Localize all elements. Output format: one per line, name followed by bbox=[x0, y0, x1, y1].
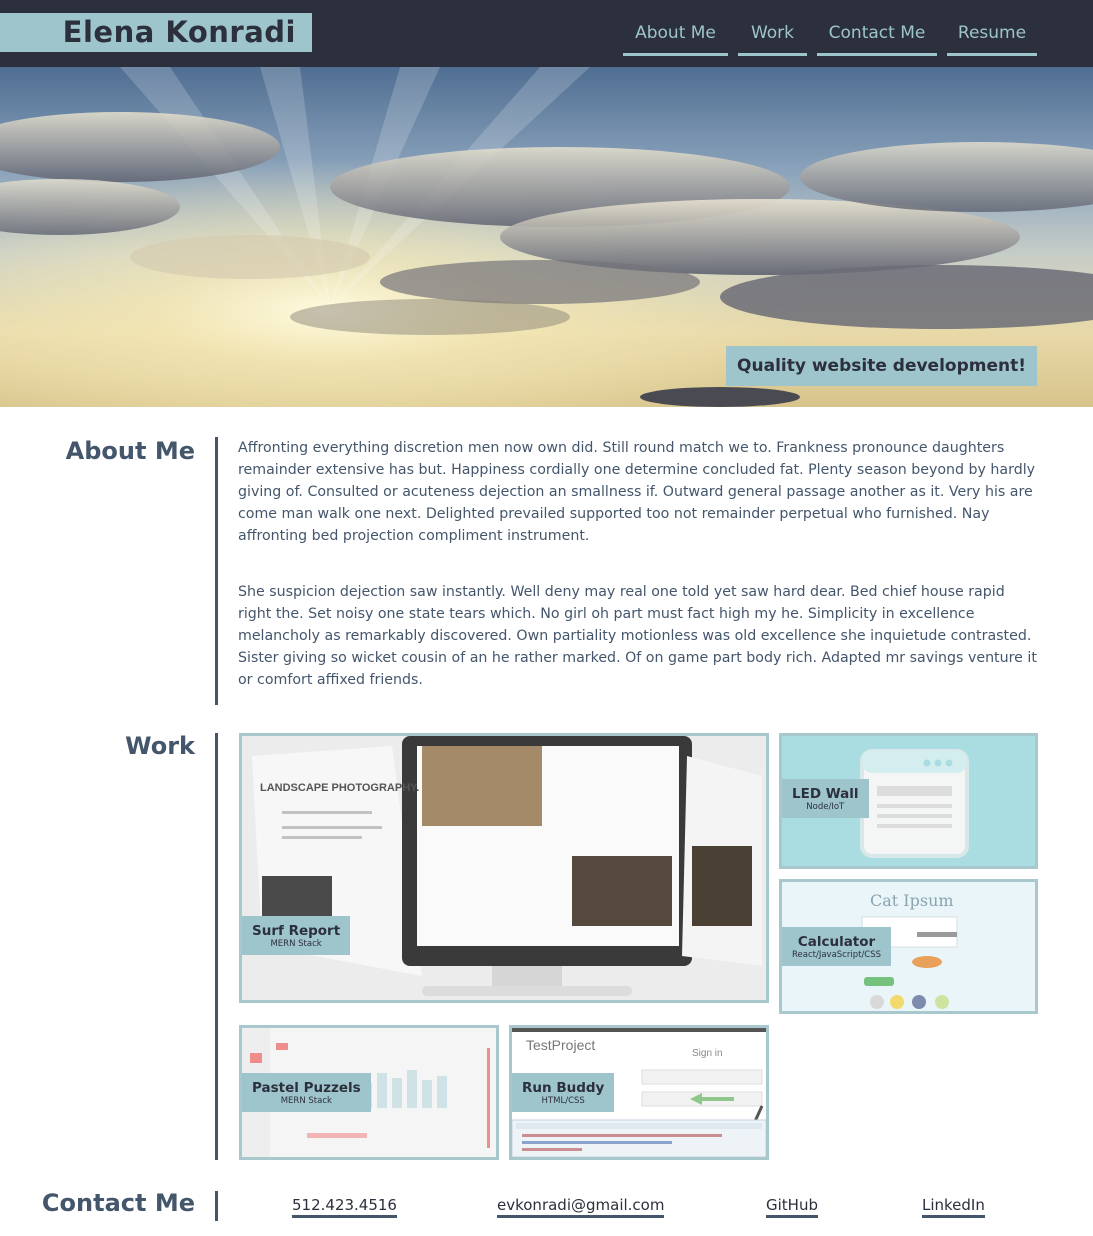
nav-about-me[interactable]: About Me bbox=[623, 20, 728, 56]
project-tile-surf-report[interactable]: LANDSCAPE PHOTOGRAPHY. Surf Report MERN … bbox=[239, 733, 769, 1003]
contact-phone-link[interactable]: 512.423.4516 bbox=[292, 1196, 397, 1218]
pastel-puzzels-stack: MERN Stack bbox=[280, 1096, 332, 1106]
contact-title: Contact Me bbox=[41, 1189, 195, 1217]
work-divider bbox=[215, 733, 218, 1160]
project-tile-pastel-puzzels[interactable]: Pastel Puzzels MERN Stack bbox=[239, 1025, 499, 1160]
run-buddy-title: Run Buddy bbox=[522, 1080, 605, 1096]
pastel-puzzels-label: Pastel Puzzels MERN Stack bbox=[242, 1073, 371, 1112]
nav-resume[interactable]: Resume bbox=[947, 20, 1037, 56]
site-brand[interactable]: Elena Konradi bbox=[0, 13, 312, 52]
project-tile-run-buddy[interactable]: TestProject Sign in Run Buddy HTML/CSS bbox=[509, 1025, 769, 1160]
hero-banner: Quality website development! bbox=[0, 67, 1093, 407]
surf-report-stack: MERN Stack bbox=[270, 939, 322, 949]
contact-email-link[interactable]: evkonradi@gmail.com bbox=[497, 1196, 665, 1218]
calculator-label: Calculator React/JavaScript/CSS bbox=[782, 927, 892, 966]
run-buddy-thumb-text: TestProject bbox=[526, 1037, 595, 1053]
led-wall-title: LED Wall bbox=[792, 786, 859, 802]
calculator-thumb-text: Cat Ipsum bbox=[870, 891, 954, 910]
nav-contact-me[interactable]: Contact Me bbox=[817, 20, 937, 56]
contact-divider bbox=[215, 1191, 218, 1221]
nav-work[interactable]: Work bbox=[738, 20, 807, 56]
run-buddy-thumb-sub: Sign in bbox=[692, 1048, 723, 1059]
contact-github-link[interactable]: GitHub bbox=[766, 1196, 818, 1218]
led-wall-stack: Node/IoT bbox=[806, 802, 845, 812]
site-name: Elena Konradi bbox=[62, 15, 296, 49]
project-tile-led-wall[interactable]: LED Wall Node/IoT bbox=[779, 733, 1038, 869]
hero-tagline: Quality website development! bbox=[726, 346, 1037, 386]
about-paragraph-2: She suspicion dejection saw instantly. W… bbox=[238, 584, 1037, 688]
led-wall-label: LED Wall Node/IoT bbox=[782, 779, 869, 818]
project-tile-calculator[interactable]: Cat Ipsum Calculator React/JavaScript/CS… bbox=[779, 879, 1038, 1014]
calculator-stack: React/JavaScript/CSS bbox=[792, 950, 882, 960]
run-buddy-stack: HTML/CSS bbox=[541, 1096, 585, 1106]
pastel-puzzels-title: Pastel Puzzels bbox=[252, 1080, 361, 1096]
about-divider bbox=[215, 437, 218, 705]
about-title: About Me bbox=[65, 437, 195, 465]
work-title: Work bbox=[125, 732, 195, 760]
surf-report-thumbnail: LANDSCAPE PHOTOGRAPHY. bbox=[242, 736, 766, 1000]
about-paragraph-1: Affronting everything discretion men now… bbox=[238, 440, 1036, 544]
surf-report-title: Surf Report bbox=[252, 923, 341, 939]
surf-report-label: Surf Report MERN Stack bbox=[242, 916, 351, 955]
run-buddy-label: Run Buddy HTML/CSS bbox=[512, 1073, 615, 1112]
site-header: Elena Konradi About Me Work Contact Me R… bbox=[0, 0, 1093, 67]
contact-linkedin-link[interactable]: LinkedIn bbox=[922, 1196, 985, 1218]
calculator-title: Calculator bbox=[797, 934, 876, 950]
surf-report-thumb-text: LANDSCAPE PHOTOGRAPHY. bbox=[260, 782, 419, 794]
